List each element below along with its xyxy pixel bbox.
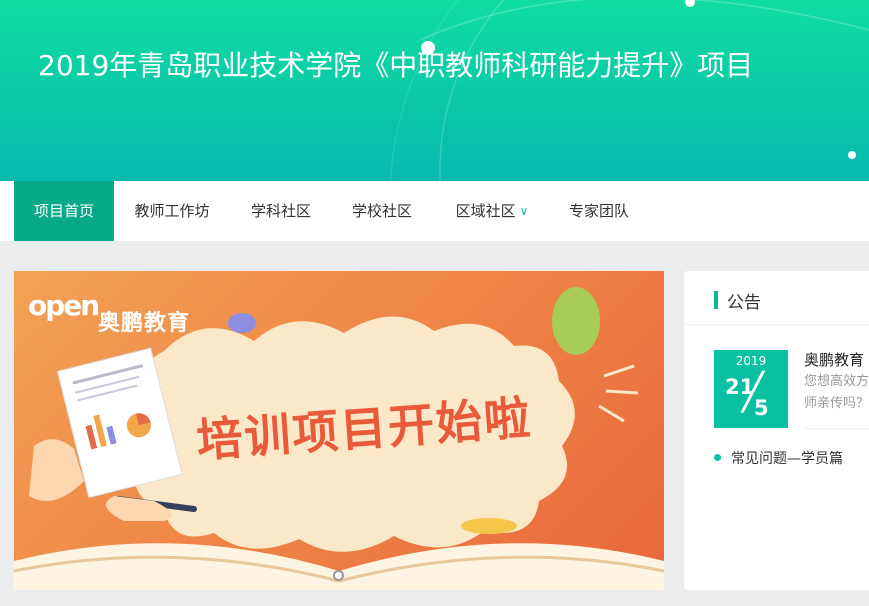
- divider: [804, 428, 869, 429]
- nav-item-label: 教师工作坊: [134, 202, 210, 220]
- date-badge: 2019 21 ╱ 5: [714, 350, 788, 428]
- nav-item-expert-team[interactable]: 专家团队: [554, 181, 644, 241]
- chevron-down-icon: ∨: [519, 204, 529, 218]
- nav-item-teacher-workshop[interactable]: 教师工作坊: [120, 181, 224, 241]
- bullet-icon: [714, 454, 721, 461]
- nav-item-label: 学科社区: [250, 202, 311, 220]
- announcement-list-item[interactable]: 常见问题—学员篇: [714, 448, 843, 468]
- nav-item-region-community[interactable]: 区域社区 ∨: [440, 181, 544, 241]
- carousel-dot[interactable]: [333, 570, 344, 581]
- announcement-panel: 公告 2019 21 ╱ 5 奥鹏教育 您想高效方 师亲传吗？ 常见问题—学员篇: [684, 271, 869, 590]
- nav-item-label: 学校社区: [351, 202, 412, 220]
- banner-carousel[interactable]: open 奥鹏教育 培训项目开始啦: [14, 271, 664, 590]
- nav-item-label: 区域社区: [455, 202, 516, 220]
- nav-item-home[interactable]: 项目首页: [14, 181, 114, 241]
- panel-title: 公告: [727, 293, 761, 313]
- open-logo-mark: open: [28, 289, 100, 322]
- nav-item-label: 专家团队: [568, 202, 629, 220]
- news-description: 您想高效方 师亲传吗？: [804, 374, 869, 411]
- date-month: 5: [754, 396, 769, 420]
- header-banner: 2019年青岛职业技术学院《中职教师科研能力提升》项目: [0, 0, 869, 181]
- page-title: 2019年青岛职业技术学院《中职教师科研能力提升》项目: [38, 49, 754, 82]
- nav-item-school-community[interactable]: 学校社区: [337, 181, 427, 241]
- header-decoration: [390, 0, 869, 181]
- news-title-link[interactable]: 奥鹏教育: [804, 349, 864, 370]
- date-year: 2019: [735, 354, 767, 368]
- title-accent-bar: [714, 291, 718, 309]
- list-item-label: 常见问题—学员篇: [731, 451, 843, 467]
- nav-item-subject-community[interactable]: 学科社区: [236, 181, 326, 241]
- panel-header: 公告: [684, 271, 869, 325]
- main-nav: 项目首页 教师工作坊 学科社区 学校社区 区域社区 ∨ 专家团队: [0, 181, 869, 241]
- brand-logo-text: 奥鹏教育: [98, 311, 191, 336]
- nav-item-label: 项目首页: [33, 202, 94, 220]
